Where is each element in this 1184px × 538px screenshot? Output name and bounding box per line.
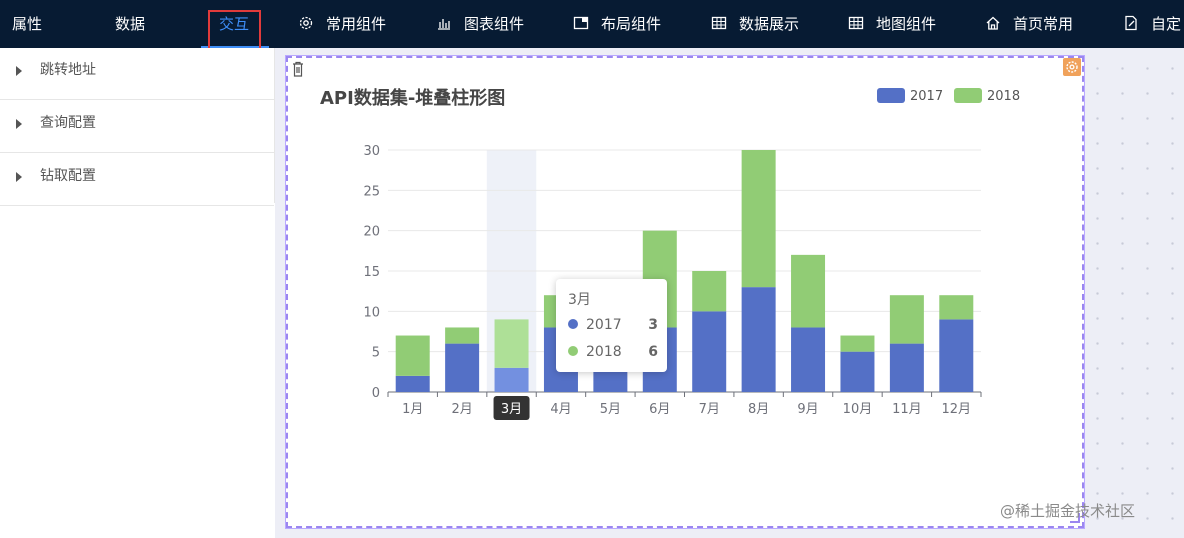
x-tick-label: 4月 (550, 402, 571, 417)
tooltip-row-2017: 2017 3 (568, 317, 658, 333)
legend-label-2018[interactable]: 2018 (987, 89, 1020, 104)
chart-tooltip: 3月 2017 3 2018 6 (556, 279, 667, 372)
y-tick-label: 10 (363, 305, 380, 320)
caret-right-icon (16, 66, 22, 76)
bar-2018-11月 (889, 295, 924, 344)
x-tick-label: 9月 (797, 402, 818, 417)
bar-2017-10月 (840, 351, 875, 392)
x-tick-label: 8月 (748, 402, 769, 417)
y-tick-label: 20 (363, 225, 380, 240)
x-tick-label: 3月 (501, 402, 522, 417)
tooltip-row-2018: 2018 6 (568, 344, 658, 360)
legend-swatch-2018[interactable] (954, 88, 982, 103)
accordion-label: 查询配置 (40, 115, 96, 131)
nav-common-components[interactable]: 常用组件 (298, 0, 386, 48)
tooltip-series-value: 3 (648, 317, 658, 333)
bar-2018-3月 (494, 319, 529, 368)
series-dot-icon (568, 346, 578, 356)
bar-2017-12月 (939, 319, 974, 392)
y-tick-label: 5 (372, 346, 380, 361)
bar-2018-2月 (445, 327, 480, 344)
nav-label: 常用组件 (326, 15, 387, 33)
top-bar: 属性 数据 交互 常用组件 图表组件 布局组件 数据展示 地图组件 首页常用 自… (0, 0, 1184, 48)
x-tick-label: 7月 (699, 402, 720, 417)
nav-data-display[interactable]: 数据展示 (711, 0, 799, 48)
x-tick-label: 12月 (942, 402, 972, 417)
properties-panel: 跳转地址 查询配置 钻取配置 (0, 48, 275, 538)
accordion-redirect-url[interactable]: 跳转地址 (0, 48, 274, 100)
x-tick-label: 5月 (600, 402, 621, 417)
accordion-label: 跳转地址 (40, 62, 96, 78)
home-icon (985, 15, 1001, 31)
caret-right-icon (16, 119, 22, 129)
tab-data[interactable]: 数据 (115, 0, 145, 48)
tooltip-series-name: 2017 (586, 317, 622, 333)
table-icon (711, 15, 727, 31)
bar-2018-10月 (840, 335, 875, 352)
accordion-query-config[interactable]: 查询配置 (0, 101, 274, 153)
nav-layout-components[interactable]: 布局组件 (573, 0, 661, 48)
nav-homepage-common[interactable]: 首页常用 (985, 0, 1073, 48)
legend-swatch-2017[interactable] (877, 88, 905, 103)
bar-chart-icon (436, 15, 452, 31)
nav-chart-components[interactable]: 图表组件 (436, 0, 524, 48)
bar-2018-9月 (791, 254, 826, 328)
nav-custom[interactable]: 自定 (1123, 0, 1181, 48)
tooltip-series-value: 6 (648, 344, 658, 360)
nav-label: 数据展示 (739, 15, 800, 33)
nav-label: 自定 (1151, 15, 1182, 33)
y-tick-label: 0 (372, 386, 380, 401)
tab-interaction[interactable]: 交互 (219, 0, 249, 48)
accordion-drill-config[interactable]: 钻取配置 (0, 154, 274, 206)
series-dot-icon (568, 319, 578, 329)
tab-properties[interactable]: 属性 (12, 0, 42, 48)
nav-label: 布局组件 (601, 15, 662, 33)
bar-2017-3月 (494, 367, 529, 392)
tooltip-title: 3月 (568, 292, 591, 308)
watermark: @稀土掘金技术社区 (1000, 502, 1136, 520)
x-tick-label: 2月 (451, 402, 472, 417)
caret-right-icon (16, 172, 22, 182)
edit-icon (1123, 15, 1139, 31)
tooltip-series-name: 2018 (586, 344, 622, 360)
accordion-label: 钻取配置 (40, 168, 96, 184)
chart-title: API数据集-堆叠柱形图 (320, 87, 505, 109)
x-tick-label: 6月 (649, 402, 670, 417)
y-tick-label: 25 (363, 184, 380, 199)
x-tick-label: 10月 (843, 402, 873, 417)
bar-2018-8月 (741, 150, 776, 288)
nav-label: 地图组件 (876, 15, 937, 33)
bar-2017-2月 (445, 343, 480, 392)
stacked-bar-chart: API数据集-堆叠柱形图 2017 2018 0 5 10 15 20 25 30 1月 2月 3… (320, 87, 1020, 420)
nav-label: 图表组件 (464, 15, 525, 33)
bar-2017-9月 (791, 327, 826, 392)
layout-icon (573, 15, 589, 31)
x-tick-label: 11月 (892, 402, 922, 417)
bar-2017-7月 (692, 311, 727, 392)
bar-2018-7月 (692, 271, 727, 312)
nav-map-components[interactable]: 地图组件 (848, 0, 936, 48)
bar-2018-1月 (395, 335, 430, 376)
table-icon (848, 15, 864, 31)
bar-2017-11月 (889, 343, 924, 392)
y-tick-label: 15 (363, 265, 380, 280)
x-tick-label: 1月 (402, 402, 423, 417)
bar-2017-1月 (395, 375, 430, 392)
legend-label-2017[interactable]: 2017 (910, 89, 943, 104)
y-tick-label: 30 (363, 144, 380, 159)
nav-label: 首页常用 (1013, 15, 1074, 33)
gear-icon (298, 15, 314, 31)
bar-2018-12月 (939, 295, 974, 320)
bar-2017-8月 (741, 287, 776, 392)
